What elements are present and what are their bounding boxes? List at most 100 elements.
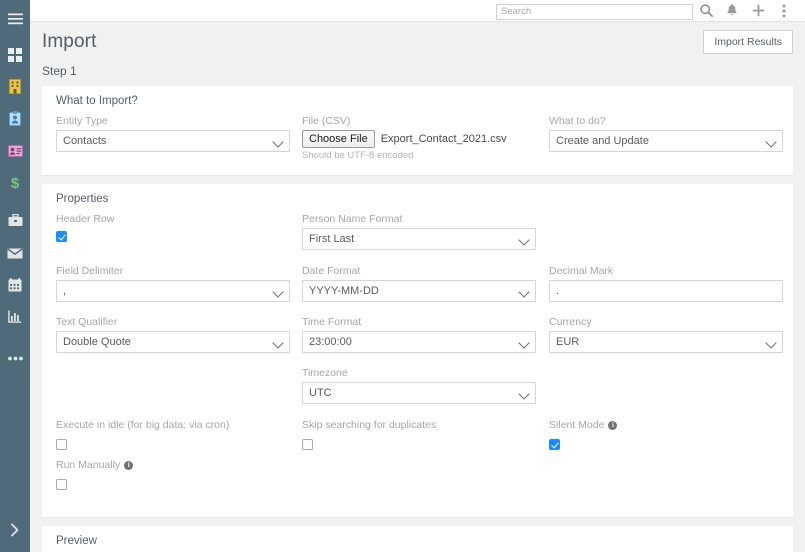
- silent-mode-checkbox[interactable]: [549, 439, 560, 451]
- execute-in-idle-label-text: Execute in idle (for big data; via cron): [56, 419, 230, 431]
- plus-icon[interactable]: [745, 0, 771, 22]
- entity-type-label: Entity Type: [56, 115, 108, 127]
- sidebar-item-email[interactable]: [0, 244, 30, 266]
- currency-field: Currency EUR: [549, 316, 783, 353]
- sidebar-item-projects[interactable]: [0, 212, 30, 234]
- execute-in-idle-checkbox[interactable]: [56, 439, 67, 451]
- person-name-format-select[interactable]: First Last: [302, 228, 536, 250]
- what-to-import-panel: What to Import? Entity Type Contacts Fil…: [42, 86, 793, 176]
- sidebar-item-dashboard[interactable]: [0, 46, 30, 68]
- silent-mode-label-text: Silent Mode: [549, 419, 605, 431]
- sidebar-item-persons[interactable]: [0, 110, 30, 132]
- timezone-label: Timezone: [302, 367, 348, 379]
- sidebar-item-contacts[interactable]: [0, 142, 30, 164]
- date-format-select[interactable]: YYYY-MM-DD: [302, 280, 536, 302]
- sidebar-expand-button[interactable]: [0, 520, 30, 544]
- properties-title: Properties: [56, 193, 109, 205]
- id-badge-icon: [9, 111, 21, 131]
- entity-type-field: Entity Type Contacts: [56, 115, 290, 152]
- what-to-import-fields: Entity Type Contacts File (CSV) Choose F…: [42, 115, 793, 175]
- hamburger-menu-icon[interactable]: [0, 8, 30, 30]
- what-to-do-label: What to do?: [549, 115, 606, 127]
- header-row-field: Header Row: [56, 213, 290, 246]
- execute-in-idle-label: Execute in idle (for big data; via cron): [56, 419, 296, 431]
- dollar-icon: $: [9, 175, 21, 196]
- text-qualifier-select-wrapper: Double Quote: [56, 331, 290, 353]
- silent-mode-info-icon[interactable]: i: [608, 420, 618, 430]
- silent-mode-label: Silent Mode i: [549, 419, 789, 431]
- briefcase-icon: [8, 213, 23, 232]
- sidebar-item-calendar[interactable]: [0, 276, 30, 298]
- main-area: Import Import Results Step 1 What to Imp…: [30, 0, 805, 552]
- envelope-icon: [7, 246, 23, 264]
- silent-mode-field: Silent Mode i: [549, 419, 789, 454]
- currency-label: Currency: [549, 316, 592, 328]
- search-input[interactable]: [496, 3, 693, 20]
- header-row-checkbox[interactable]: [56, 231, 67, 243]
- file-input-row: Choose File Export_Contact_2021.csv: [302, 130, 542, 148]
- selected-file-name: Export_Contact_2021.csv: [380, 133, 507, 145]
- sidebar-item-reports[interactable]: [0, 308, 30, 330]
- page-header: Import Import Results: [30, 22, 805, 62]
- building-icon: [9, 79, 21, 99]
- run-manually-info-icon[interactable]: i: [124, 460, 134, 470]
- contact-card-icon: [7, 144, 23, 162]
- what-to-do-select[interactable]: Create and Update: [549, 130, 783, 152]
- import-results-button[interactable]: Import Results: [703, 30, 793, 54]
- file-encoding-hint: Should be UTF-8 encoded: [302, 150, 414, 161]
- execute-in-idle-field: Execute in idle (for big data; via cron): [56, 419, 296, 454]
- timezone-field: Timezone UTC: [302, 367, 536, 404]
- sidebar-item-organizations[interactable]: [0, 78, 30, 100]
- sidebar-item-more[interactable]: [0, 346, 30, 368]
- bar-chart-icon: [8, 310, 22, 328]
- top-bar: [30, 0, 805, 22]
- skip-duplicates-label-text: Skip searching for duplicates: [302, 419, 437, 431]
- decimal-mark-label: Decimal Mark: [549, 265, 614, 277]
- date-format-select-wrapper: YYYY-MM-DD: [302, 280, 536, 302]
- app-root: $ Search Import Import Results Step 1 Wh…: [0, 0, 805, 552]
- chevron-right-icon: [10, 523, 20, 542]
- time-format-label: Time Format: [302, 316, 362, 328]
- calendar-icon: [8, 277, 22, 297]
- field-delimiter-select[interactable]: ,: [56, 280, 290, 302]
- currency-select[interactable]: EUR: [549, 331, 783, 353]
- text-qualifier-label: Text Qualifier: [56, 316, 118, 328]
- step-label: Step 1: [42, 64, 77, 78]
- header-row-label: Header Row: [56, 213, 115, 225]
- bell-icon[interactable]: [719, 0, 745, 22]
- properties-fields: Header Row Person Name Format First Last: [42, 213, 793, 517]
- timezone-select[interactable]: UTC: [302, 382, 536, 404]
- choose-file-button[interactable]: Choose File: [302, 130, 375, 148]
- person-name-format-label: Person Name Format: [302, 213, 403, 225]
- field-delimiter-label: Field Delimiter: [56, 265, 124, 277]
- preview-title: Preview: [56, 535, 97, 547]
- what-to-do-field: What to do? Create and Update: [549, 115, 783, 152]
- time-format-select[interactable]: 23:00:00: [302, 331, 536, 353]
- decimal-mark-field: Decimal Mark: [549, 265, 783, 302]
- entity-type-select[interactable]: Contacts: [56, 130, 290, 152]
- what-to-do-select-wrapper: Create and Update: [549, 130, 783, 152]
- date-format-label: Date Format: [302, 265, 361, 277]
- person-name-format-select-wrapper: First Last: [302, 228, 536, 250]
- skip-duplicates-checkbox[interactable]: [302, 439, 313, 451]
- page-title: Import: [42, 31, 97, 52]
- run-manually-label-text: Run Manually: [56, 459, 121, 471]
- entity-type-select-wrapper: Contacts: [56, 130, 290, 152]
- vertical-ellipsis-icon[interactable]: [771, 0, 797, 22]
- decimal-mark-input[interactable]: [549, 280, 783, 302]
- search-field-wrapper: [496, 1, 693, 20]
- run-manually-label: Run Manually i: [56, 459, 296, 471]
- skip-duplicates-field: Skip searching for duplicates: [302, 419, 542, 454]
- time-format-field: Time Format 23:00:00: [302, 316, 536, 353]
- field-delimiter-select-wrapper: ,: [56, 280, 290, 302]
- timezone-select-wrapper: UTC: [302, 382, 536, 404]
- dashboard-grid-icon: [8, 47, 22, 67]
- search-icon[interactable]: [693, 0, 719, 22]
- text-qualifier-select[interactable]: Double Quote: [56, 331, 290, 353]
- svg-text:$: $: [11, 175, 20, 191]
- ellipsis-icon: [7, 348, 23, 366]
- file-csv-label: File (CSV): [302, 115, 351, 127]
- run-manually-checkbox[interactable]: [56, 479, 67, 491]
- preview-panel: Preview: [42, 526, 793, 552]
- sidebar-item-sales[interactable]: $: [0, 174, 30, 196]
